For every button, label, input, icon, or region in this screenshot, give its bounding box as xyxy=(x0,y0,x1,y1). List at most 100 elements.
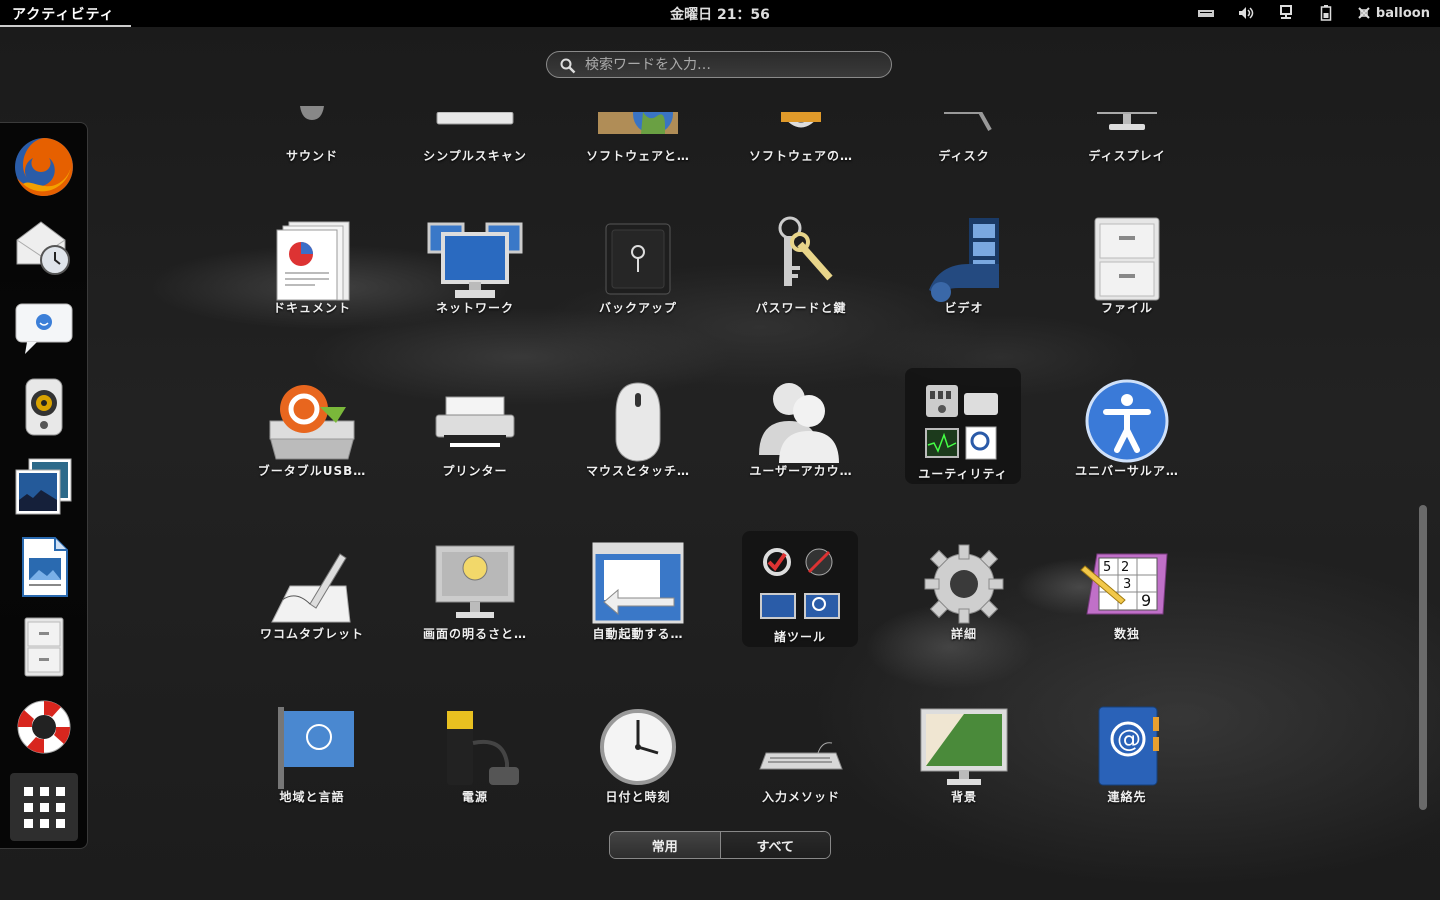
startup-icon xyxy=(590,540,686,628)
documents-icon xyxy=(264,214,360,302)
tools-folder-icon xyxy=(752,543,848,631)
app-label: ワコムタブレット xyxy=(259,627,364,641)
speaker-icon xyxy=(264,106,360,126)
user-name: balloon xyxy=(1375,5,1430,21)
app-label: 地域と言語 xyxy=(279,790,345,804)
app-label: サウンド xyxy=(285,149,338,163)
view-toggle: 常用 すべて xyxy=(609,831,831,859)
scrollbar-thumb[interactable] xyxy=(1419,505,1427,810)
app-label: 諸ツール xyxy=(773,630,826,644)
monitor-icon xyxy=(1079,112,1175,132)
app-software-sources[interactable]: ソフトウェアと… xyxy=(580,50,696,166)
app-backup[interactable]: バックアップ xyxy=(580,202,696,318)
wallpaper-monitor-icon xyxy=(916,703,1012,791)
tablet-pen-icon xyxy=(264,540,360,628)
app-label: シンプルスキャン xyxy=(423,149,527,163)
accessibility-icon xyxy=(1079,377,1175,465)
network-icon[interactable] xyxy=(1277,4,1295,22)
svg-text:9: 9 xyxy=(1141,591,1151,610)
app-label: 数独 xyxy=(1113,627,1140,641)
app-software-updater[interactable]: ソフトウェアの… xyxy=(743,50,859,166)
network-computers-icon xyxy=(427,214,523,302)
app-details[interactable]: 詳細 xyxy=(906,528,1022,644)
app-displays[interactable]: ディスプレイ xyxy=(1069,50,1185,166)
mouse-icon xyxy=(590,377,686,465)
app-label: マウスとタッチ… xyxy=(585,464,690,478)
app-label: ドキュメント xyxy=(272,301,351,315)
app-sudoku[interactable]: 52 39 数独 xyxy=(1069,528,1185,644)
system-tray: balloon xyxy=(1197,3,1430,23)
scanner-icon xyxy=(427,112,523,126)
app-brightness-lock[interactable]: 画面の明るさと… xyxy=(417,528,533,644)
app-label: 詳細 xyxy=(950,627,977,641)
app-wacom-tablet[interactable]: ワコムタブレット xyxy=(254,528,370,644)
user-status-icon xyxy=(1358,7,1370,19)
app-network[interactable]: ネットワーク xyxy=(417,202,533,318)
keyboard-icon[interactable] xyxy=(1197,4,1215,22)
app-documents[interactable]: ドキュメント xyxy=(254,202,370,318)
updater-icon xyxy=(753,112,849,132)
usb-creator-icon xyxy=(264,377,360,465)
keys-icon xyxy=(753,214,849,302)
app-label: ディスク xyxy=(938,149,990,163)
app-label: ソフトウェアの… xyxy=(748,149,853,163)
user-menu[interactable]: balloon xyxy=(1357,6,1430,21)
app-background[interactable]: 背景 xyxy=(906,691,1022,807)
app-startup-applications[interactable]: 自動起動する… xyxy=(580,528,696,644)
un-flag-icon xyxy=(264,703,360,791)
svg-text:5: 5 xyxy=(1103,560,1111,575)
app-input-method[interactable]: 入力メソッド xyxy=(743,691,859,807)
app-universal-access[interactable]: ユニバーサルア… xyxy=(1069,365,1185,481)
app-label: ネットワーク xyxy=(435,301,514,315)
app-contacts[interactable]: @ 連絡先 xyxy=(1069,691,1185,807)
gear-icon xyxy=(916,540,1012,628)
utilities-folder-icon xyxy=(915,380,1011,468)
globe-box-icon xyxy=(590,112,686,134)
keyboard-icon xyxy=(753,703,849,791)
app-label: 日付と時刻 xyxy=(605,790,671,804)
svg-text:@: @ xyxy=(1117,725,1141,753)
app-grid: サウンド シンプルスキャン ソフトウェアと… ソフトウェアの… ディスク ディス… xyxy=(0,0,1440,900)
app-mouse-touchpad[interactable]: マウスとタッチ… xyxy=(580,365,696,481)
app-label: 背景 xyxy=(950,790,977,804)
app-folder-utilities[interactable]: ユーティリティ xyxy=(905,368,1021,484)
sudoku-icon: 52 39 xyxy=(1079,540,1175,628)
app-label: プリンター xyxy=(442,464,508,478)
brightness-monitor-icon xyxy=(427,540,523,628)
app-label: ファイル xyxy=(1100,301,1153,315)
users-icon xyxy=(753,377,849,465)
app-passwords-keys[interactable]: パスワードと鍵 xyxy=(743,202,859,318)
app-label: ユーティリティ xyxy=(918,467,1008,481)
all-tab[interactable]: すべて xyxy=(720,832,830,858)
battery-icon[interactable] xyxy=(1317,4,1335,22)
volume-icon[interactable] xyxy=(1237,4,1255,22)
svg-text:2: 2 xyxy=(1121,560,1129,575)
app-sound[interactable]: サウンド xyxy=(254,50,370,166)
file-cabinet-icon xyxy=(1079,214,1175,302)
app-videos[interactable]: ビデオ xyxy=(906,202,1022,318)
app-language-region[interactable]: 地域と言語 xyxy=(254,691,370,807)
app-disks[interactable]: ディスク xyxy=(906,50,1022,166)
app-user-accounts[interactable]: ユーザーアカウ… xyxy=(743,365,859,481)
app-files[interactable]: ファイル xyxy=(1069,202,1185,318)
app-label: パスワードと鍵 xyxy=(755,301,847,315)
app-date-time[interactable]: 日付と時刻 xyxy=(580,691,696,807)
app-folder-tools[interactable]: 諸ツール xyxy=(742,531,858,647)
app-label: ビデオ xyxy=(944,301,984,315)
app-power[interactable]: 電源 xyxy=(417,691,533,807)
frequent-tab[interactable]: 常用 xyxy=(610,832,720,858)
app-label: 電源 xyxy=(461,790,488,804)
app-label: 連絡先 xyxy=(1107,790,1147,804)
app-label: ユーザーアカウ… xyxy=(749,464,853,478)
clock-icon xyxy=(590,703,686,791)
address-book-icon: @ xyxy=(1079,703,1175,791)
app-usb-creator[interactable]: ブータブルUSB… xyxy=(254,365,370,481)
battery-plug-icon xyxy=(427,703,523,791)
app-label: バックアップ xyxy=(598,301,677,315)
svg-text:3: 3 xyxy=(1123,577,1131,592)
app-simple-scan[interactable]: シンプルスキャン xyxy=(417,50,533,166)
film-reel-icon xyxy=(916,214,1012,302)
app-label: 自動起動する… xyxy=(592,627,684,641)
app-printers[interactable]: プリンター xyxy=(417,365,533,481)
app-label: ブータブルUSB… xyxy=(257,464,367,478)
